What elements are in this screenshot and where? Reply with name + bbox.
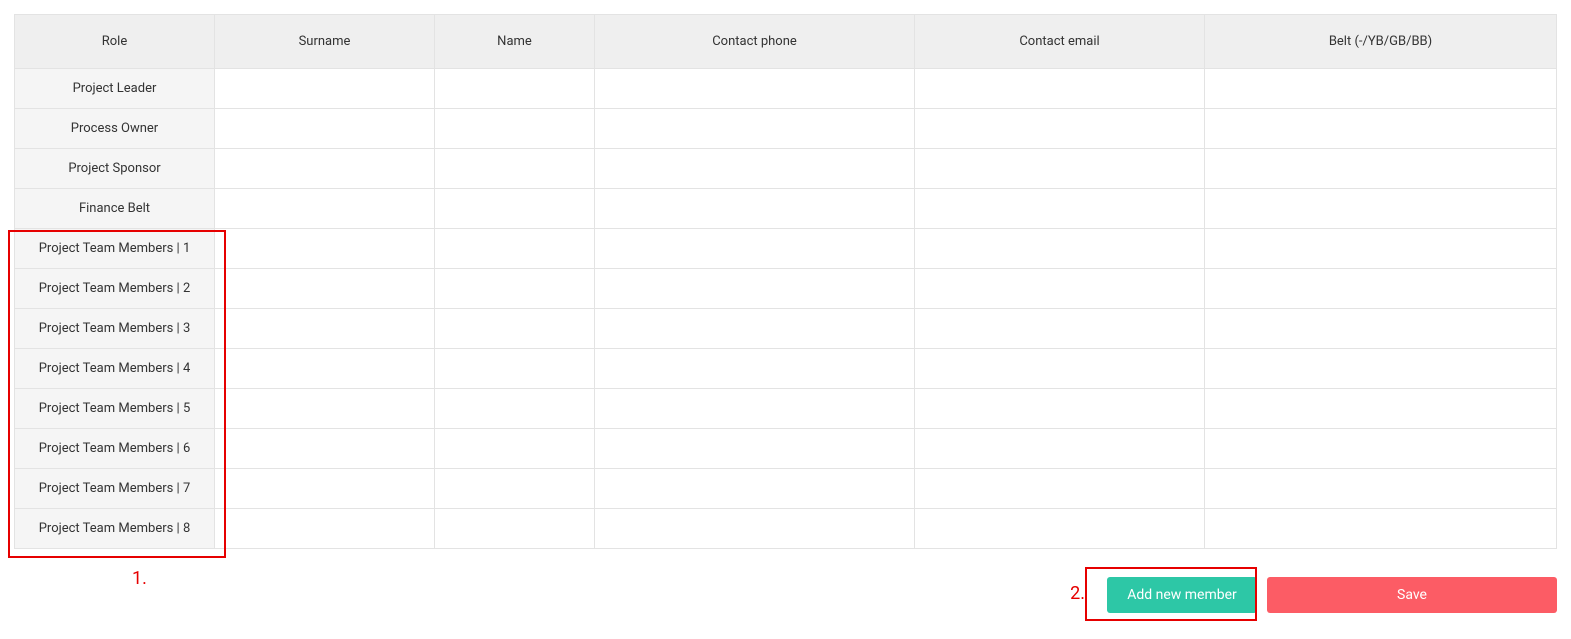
cell-surname[interactable] — [215, 469, 435, 509]
cell-belt[interactable] — [1205, 269, 1557, 309]
cell-role: Project Team Members | 4 — [15, 349, 215, 389]
cell-name[interactable] — [435, 509, 595, 549]
table-header-row: Role Surname Name Contact phone Contact … — [15, 15, 1557, 69]
cell-role: Finance Belt — [15, 189, 215, 229]
cell-email[interactable] — [915, 509, 1205, 549]
cell-name[interactable] — [435, 149, 595, 189]
team-table: Role Surname Name Contact phone Contact … — [14, 14, 1557, 549]
table-row: Process Owner — [15, 109, 1557, 149]
cell-role: Project Sponsor — [15, 149, 215, 189]
table-row: Project Team Members | 2 — [15, 269, 1557, 309]
cell-phone[interactable] — [595, 189, 915, 229]
table-row: Project Team Members | 8 — [15, 509, 1557, 549]
cell-name[interactable] — [435, 309, 595, 349]
col-header-name: Name — [435, 15, 595, 69]
cell-surname[interactable] — [215, 509, 435, 549]
cell-phone[interactable] — [595, 509, 915, 549]
cell-phone[interactable] — [595, 109, 915, 149]
cell-belt[interactable] — [1205, 189, 1557, 229]
cell-name[interactable] — [435, 69, 595, 109]
cell-phone[interactable] — [595, 309, 915, 349]
cell-phone[interactable] — [595, 229, 915, 269]
cell-role: Project Team Members | 7 — [15, 469, 215, 509]
cell-surname[interactable] — [215, 69, 435, 109]
cell-surname[interactable] — [215, 389, 435, 429]
add-new-member-button[interactable]: Add new member — [1107, 577, 1257, 613]
cell-name[interactable] — [435, 349, 595, 389]
table-row: Project Team Members | 7 — [15, 469, 1557, 509]
cell-email[interactable] — [915, 229, 1205, 269]
cell-role: Process Owner — [15, 109, 215, 149]
cell-belt[interactable] — [1205, 149, 1557, 189]
cell-role: Project Team Members | 3 — [15, 309, 215, 349]
cell-belt[interactable] — [1205, 429, 1557, 469]
cell-role: Project Team Members | 5 — [15, 389, 215, 429]
cell-role: Project Team Members | 6 — [15, 429, 215, 469]
cell-email[interactable] — [915, 349, 1205, 389]
cell-surname[interactable] — [215, 269, 435, 309]
cell-phone[interactable] — [595, 269, 915, 309]
cell-email[interactable] — [915, 269, 1205, 309]
table-row: Project Team Members | 5 — [15, 389, 1557, 429]
cell-role: Project Team Members | 2 — [15, 269, 215, 309]
cell-email[interactable] — [915, 469, 1205, 509]
cell-belt[interactable] — [1205, 469, 1557, 509]
cell-email[interactable] — [915, 109, 1205, 149]
cell-phone[interactable] — [595, 429, 915, 469]
cell-email[interactable] — [915, 149, 1205, 189]
cell-email[interactable] — [915, 389, 1205, 429]
cell-surname[interactable] — [215, 109, 435, 149]
cell-belt[interactable] — [1205, 349, 1557, 389]
cell-surname[interactable] — [215, 349, 435, 389]
table-row: Project Team Members | 6 — [15, 429, 1557, 469]
cell-belt[interactable] — [1205, 509, 1557, 549]
team-table-wrapper: Role Surname Name Contact phone Contact … — [14, 14, 1557, 549]
col-header-role: Role — [15, 15, 215, 69]
save-button[interactable]: Save — [1267, 577, 1557, 613]
cell-belt[interactable] — [1205, 69, 1557, 109]
cell-phone[interactable] — [595, 389, 915, 429]
table-row: Project Team Members | 1 — [15, 229, 1557, 269]
cell-name[interactable] — [435, 189, 595, 229]
cell-name[interactable] — [435, 389, 595, 429]
cell-name[interactable] — [435, 109, 595, 149]
cell-surname[interactable] — [215, 229, 435, 269]
footer-actions: 2. Add new member Save — [14, 577, 1557, 613]
cell-name[interactable] — [435, 269, 595, 309]
table-row: Project Team Members | 3 — [15, 309, 1557, 349]
cell-phone[interactable] — [595, 149, 915, 189]
col-header-phone: Contact phone — [595, 15, 915, 69]
cell-surname[interactable] — [215, 149, 435, 189]
cell-surname[interactable] — [215, 309, 435, 349]
cell-phone[interactable] — [595, 349, 915, 389]
cell-belt[interactable] — [1205, 109, 1557, 149]
col-header-surname: Surname — [215, 15, 435, 69]
col-header-belt: Belt (-/YB/GB/BB) — [1205, 15, 1557, 69]
cell-surname[interactable] — [215, 189, 435, 229]
cell-email[interactable] — [915, 69, 1205, 109]
cell-email[interactable] — [915, 309, 1205, 349]
cell-phone[interactable] — [595, 69, 915, 109]
table-row: Project Sponsor — [15, 149, 1557, 189]
cell-name[interactable] — [435, 469, 595, 509]
cell-role: Project Leader — [15, 69, 215, 109]
cell-surname[interactable] — [215, 429, 435, 469]
cell-name[interactable] — [435, 429, 595, 469]
table-row: Finance Belt — [15, 189, 1557, 229]
cell-phone[interactable] — [595, 469, 915, 509]
cell-belt[interactable] — [1205, 229, 1557, 269]
cell-belt[interactable] — [1205, 309, 1557, 349]
cell-email[interactable] — [915, 429, 1205, 469]
annotation-label-2: 2. — [1070, 583, 1085, 604]
cell-role: Project Team Members | 8 — [15, 509, 215, 549]
cell-role: Project Team Members | 1 — [15, 229, 215, 269]
table-row: Project Leader — [15, 69, 1557, 109]
table-row: Project Team Members | 4 — [15, 349, 1557, 389]
col-header-email: Contact email — [915, 15, 1205, 69]
cell-name[interactable] — [435, 229, 595, 269]
cell-email[interactable] — [915, 189, 1205, 229]
cell-belt[interactable] — [1205, 389, 1557, 429]
